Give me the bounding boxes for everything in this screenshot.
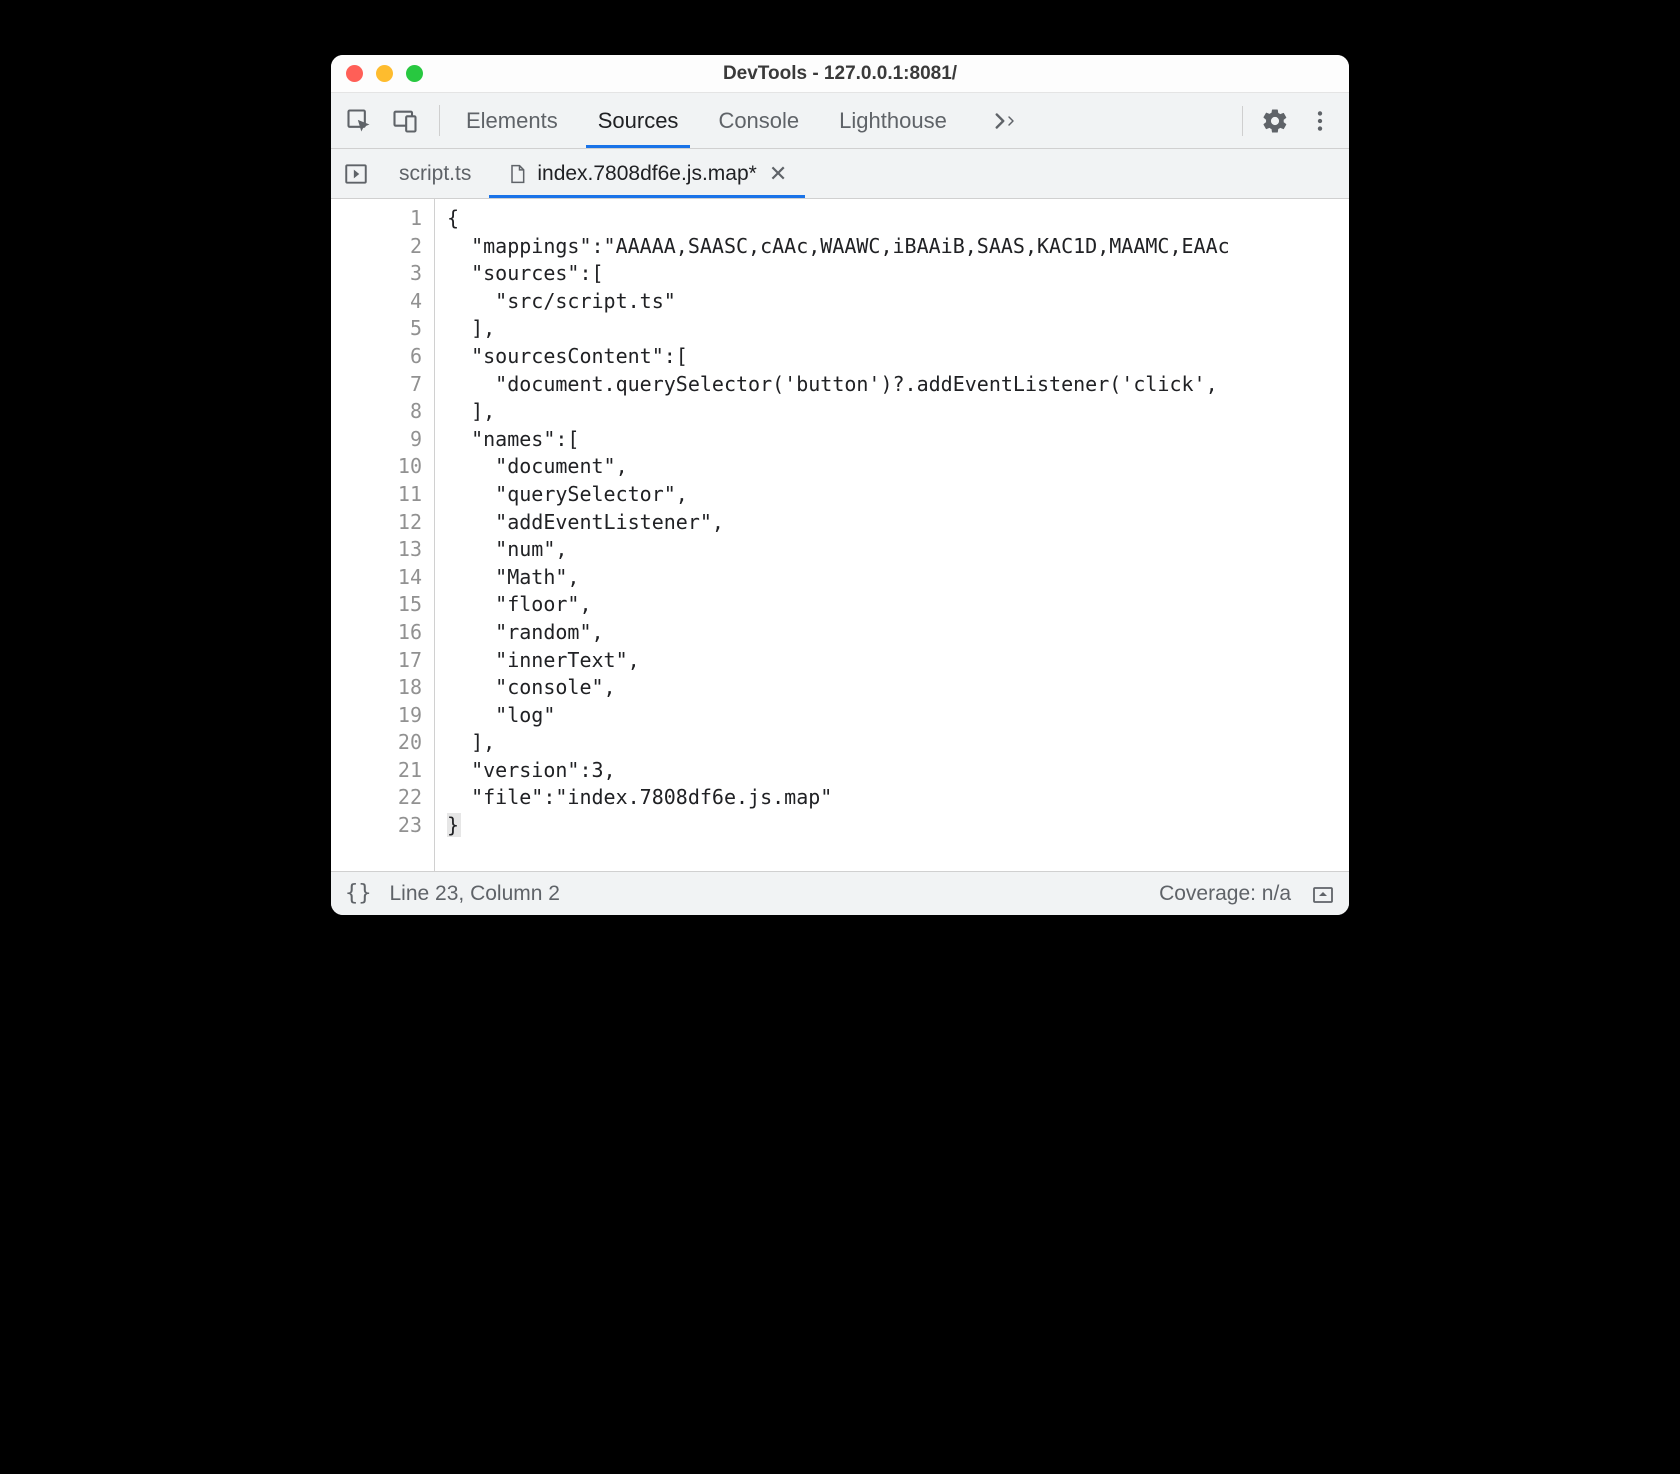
file-tab-label: index.7808df6e.js.map* (537, 162, 757, 186)
navigator-toggle-icon[interactable] (343, 161, 369, 187)
tab-lighthouse[interactable]: Lighthouse (839, 93, 947, 148)
tab-sources[interactable]: Sources (598, 93, 679, 148)
main-toolbar: Elements Sources Console Lighthouse (331, 93, 1349, 149)
file-tab-script-ts[interactable]: script.ts (381, 149, 489, 198)
main-tabs: Elements Sources Console Lighthouse (446, 93, 1226, 148)
zoom-window-button[interactable] (406, 65, 423, 82)
code-area[interactable]: { "mappings":"AAAAA,SAASC,cAAc,WAAWC,iBA… (435, 199, 1349, 871)
line-gutter: 1234567891011121314151617181920212223 (331, 199, 435, 871)
pretty-print-icon[interactable]: {} (345, 881, 372, 906)
status-bar: {} Line 23, Column 2 Coverage: n/a (331, 871, 1349, 915)
show-drawer-icon[interactable] (1311, 882, 1335, 906)
coverage-status: Coverage: n/a (1159, 882, 1291, 906)
cursor-position: Line 23, Column 2 (390, 882, 560, 906)
window-title: DevTools - 127.0.0.1:8081/ (331, 63, 1349, 85)
devtools-window: DevTools - 127.0.0.1:8081/ Elements Sour… (331, 55, 1349, 915)
file-icon (507, 163, 527, 185)
file-tab-bar: script.ts index.7808df6e.js.map* ✕ (331, 149, 1349, 199)
tab-elements[interactable]: Elements (466, 93, 558, 148)
close-tab-icon[interactable]: ✕ (769, 163, 787, 185)
minimize-window-button[interactable] (376, 65, 393, 82)
traffic-lights (331, 65, 423, 82)
tabs-overflow[interactable] (987, 93, 1019, 148)
separator (1242, 106, 1243, 136)
more-icon[interactable] (1307, 108, 1333, 134)
inspect-element-icon[interactable] (345, 107, 373, 135)
tab-console[interactable]: Console (718, 93, 799, 148)
titlebar: DevTools - 127.0.0.1:8081/ (331, 55, 1349, 93)
source-editor[interactable]: 1234567891011121314151617181920212223 { … (331, 199, 1349, 871)
device-toolbar-icon[interactable] (391, 107, 419, 135)
close-window-button[interactable] (346, 65, 363, 82)
file-tab-index-map[interactable]: index.7808df6e.js.map* ✕ (489, 149, 805, 198)
separator (439, 105, 440, 136)
settings-icon[interactable] (1261, 107, 1289, 135)
file-tab-label: script.ts (399, 162, 471, 186)
